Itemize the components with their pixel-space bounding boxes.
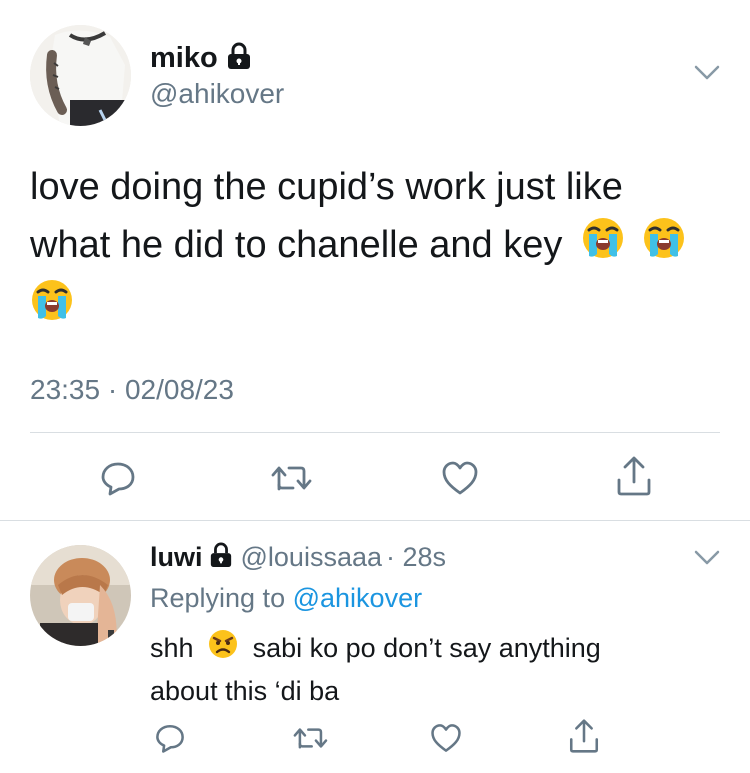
- angry-face-icon: [207, 628, 239, 671]
- display-name[interactable]: luwi: [150, 542, 203, 573]
- reply-time[interactable]: · 28s: [386, 542, 446, 573]
- share-icon[interactable]: [566, 716, 602, 756]
- lock-icon: [209, 542, 233, 573]
- lock-icon: [226, 42, 252, 75]
- reply-icon[interactable]: [152, 720, 188, 756]
- like-icon[interactable]: [438, 456, 482, 500]
- loudly-crying-face-icon: [30, 278, 74, 339]
- like-icon[interactable]: [428, 720, 464, 756]
- tweet-text: love doing the cupid’s work just like wh…: [30, 158, 730, 339]
- tweet-timestamp[interactable]: 23:35 · 02/08/23: [30, 374, 234, 406]
- avatar[interactable]: [30, 25, 131, 126]
- share-icon[interactable]: [612, 452, 656, 500]
- tweet-text-line1: love doing the cupid’s work just like: [30, 166, 623, 208]
- display-name[interactable]: miko: [150, 42, 218, 75]
- tweet-text-line2: what he did to chanelle and key: [30, 224, 563, 266]
- user-handle[interactable]: @ahikover: [150, 78, 284, 110]
- reply-text: shh sabi ko po don’t say anything about …: [150, 628, 730, 711]
- divider: [0, 520, 750, 521]
- mention-link[interactable]: @ahikover: [293, 583, 422, 613]
- user-name-row: luwi @louissaaa · 28s: [150, 540, 446, 574]
- chevron-down-icon[interactable]: [694, 549, 720, 572]
- chevron-down-icon[interactable]: [694, 64, 720, 87]
- loudly-crying-face-icon: [642, 216, 686, 277]
- loudly-crying-face-icon: [581, 216, 625, 277]
- user-name-row: miko: [150, 40, 252, 76]
- reply-icon[interactable]: [96, 456, 140, 500]
- divider: [30, 432, 720, 433]
- user-handle[interactable]: @louissaaa: [241, 542, 383, 573]
- retweet-icon[interactable]: [266, 456, 316, 500]
- avatar[interactable]: [30, 545, 131, 646]
- replying-to-label: Replying to: [150, 583, 286, 613]
- reply-text-part2: sabi ko po don’t say anything: [252, 633, 601, 663]
- reply-text-part1: shh: [150, 633, 194, 663]
- replying-to: Replying to @ahikover: [150, 583, 422, 614]
- reply-text-line2: about this ‘di ba: [150, 676, 340, 707]
- retweet-icon[interactable]: [290, 720, 330, 756]
